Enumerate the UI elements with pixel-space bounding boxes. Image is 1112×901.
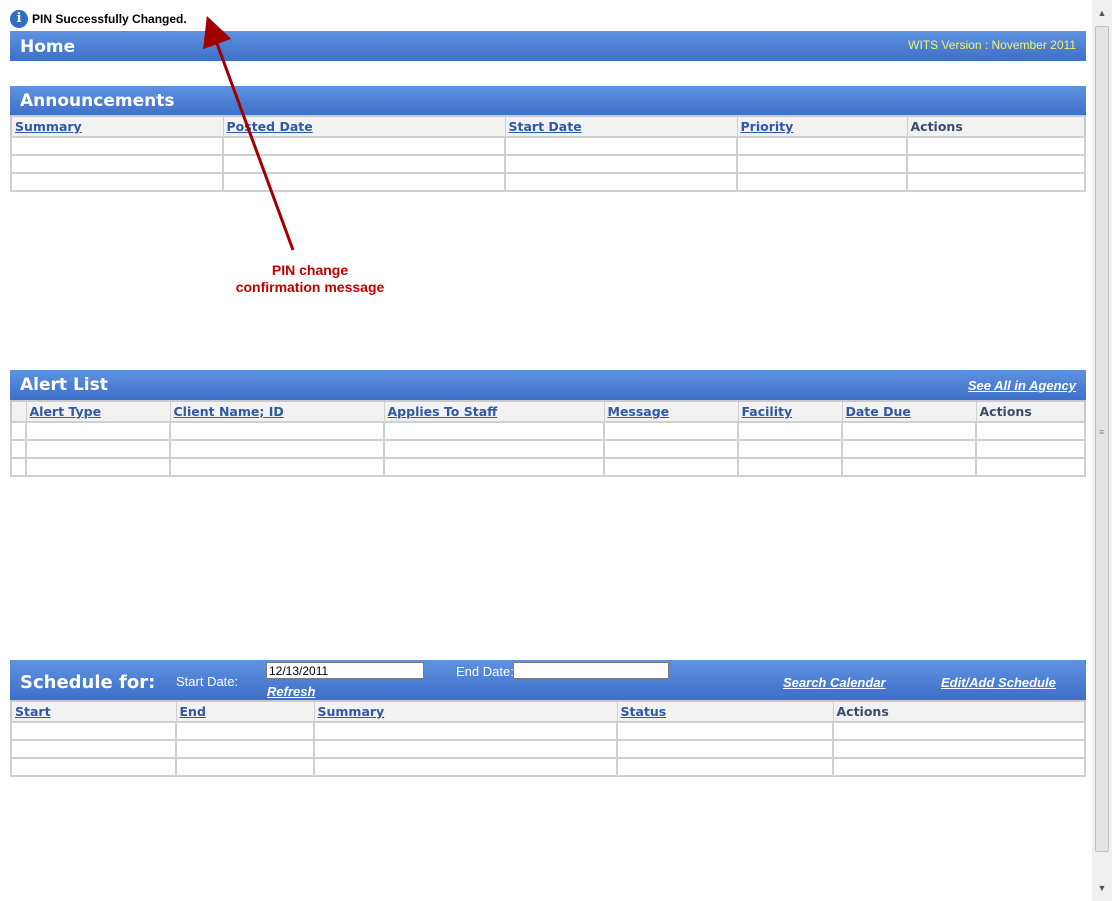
col-message[interactable]: Message: [603, 400, 739, 423]
start-date-input[interactable]: [266, 662, 424, 679]
col-summary[interactable]: Summary: [313, 700, 618, 723]
table-row: [10, 757, 1086, 777]
table-row: [10, 721, 1086, 741]
schedule-title: Schedule for:: [20, 672, 156, 693]
col-start[interactable]: Start: [10, 700, 177, 723]
sort-status-link[interactable]: Status: [621, 704, 667, 719]
col-facility[interactable]: Facility: [737, 400, 843, 423]
col-applies-to-staff[interactable]: Applies To Staff: [383, 400, 605, 423]
end-date-label: End Date:: [456, 664, 514, 679]
grip-icon: ≡: [1099, 427, 1105, 437]
table-row: [10, 421, 1086, 441]
sort-applies-to-staff-link[interactable]: Applies To Staff: [388, 404, 498, 419]
sort-end-link[interactable]: End: [180, 704, 206, 719]
sort-message-link[interactable]: Message: [608, 404, 670, 419]
refresh-link[interactable]: Refresh: [267, 684, 315, 699]
see-all-link[interactable]: See All in Agency: [968, 378, 1076, 393]
col-client-name[interactable]: Client Name; ID: [169, 400, 385, 423]
col-status[interactable]: Status: [616, 700, 834, 723]
sort-summary-link[interactable]: Summary: [318, 704, 385, 719]
start-date-label: Start Date:: [176, 674, 239, 689]
search-calendar-link[interactable]: Search Calendar: [783, 675, 886, 690]
sort-date-due-link[interactable]: Date Due: [846, 404, 911, 419]
sort-facility-link[interactable]: Facility: [742, 404, 793, 419]
scroll-thumb[interactable]: ≡: [1095, 26, 1109, 852]
scroll-down-icon[interactable]: ▼: [1092, 879, 1112, 897]
alerts-title: Alert List: [20, 375, 108, 395]
annotation-text: PIN change confirmation message: [205, 262, 415, 296]
vertical-scrollbar[interactable]: ▲ ≡ ▼: [1092, 0, 1112, 901]
page-content: i PIN Successfully Changed. Home WITS Ve…: [0, 0, 1092, 901]
sort-start-link[interactable]: Start: [15, 704, 51, 719]
end-date-input[interactable]: [513, 662, 669, 679]
table-header-row: Start End Summary Status Actions: [10, 700, 1086, 723]
col-end[interactable]: End: [175, 700, 315, 723]
schedule-header: Schedule for: Start Date: Refresh End Da…: [10, 660, 1086, 700]
scroll-up-icon[interactable]: ▲: [1092, 4, 1112, 22]
edit-add-schedule-link[interactable]: Edit/Add Schedule: [941, 675, 1056, 690]
col-actions: Actions: [975, 400, 1086, 423]
col-alert-type[interactable]: Alert Type: [25, 400, 171, 423]
alerts-header: Alert List See All in Agency: [10, 370, 1086, 400]
col-actions: Actions: [832, 700, 1086, 723]
annotation-line-1: PIN change: [271, 262, 349, 278]
alerts-table: Alert Type Client Name; ID Applies To St…: [10, 400, 1086, 477]
sort-client-name-link[interactable]: Client Name; ID: [174, 404, 284, 419]
table-header-row: Alert Type Client Name; ID Applies To St…: [10, 400, 1086, 423]
col-date-due[interactable]: Date Due: [841, 400, 977, 423]
table-row: [10, 457, 1086, 477]
table-row: [10, 739, 1086, 759]
sort-alert-type-link[interactable]: Alert Type: [30, 404, 102, 419]
table-row: [10, 439, 1086, 459]
schedule-table: Start End Summary Status Actions: [10, 700, 1086, 777]
col-select: [10, 400, 27, 423]
annotation-line-2: confirmation message: [235, 279, 385, 295]
